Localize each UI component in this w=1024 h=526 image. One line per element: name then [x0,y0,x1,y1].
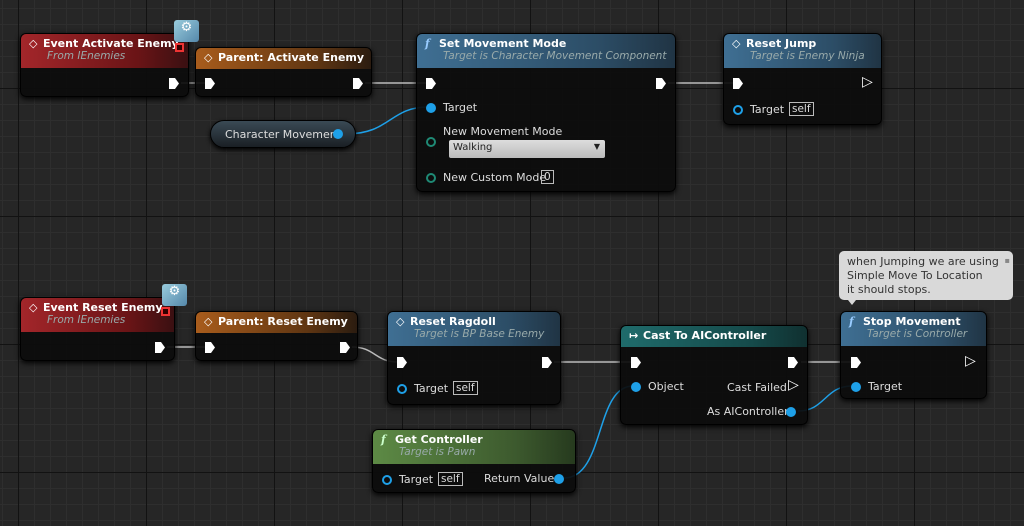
event-diamond-icon: ◇ [29,301,38,314]
target-pin[interactable] [382,475,392,485]
object-out-pin[interactable] [333,129,343,139]
comment-line: Simple Move To Location [847,269,983,282]
parent-reset-enemy-node[interactable]: ◇ Parent: Reset Enemy [195,311,358,361]
new-movement-mode-label: New Movement Mode [443,125,563,138]
target-pin[interactable] [397,384,407,394]
as-aicontroller-label: As AIController [707,405,789,418]
exec-in-pin[interactable] [631,357,641,368]
interface-icon: ⚙ [174,20,199,42]
exec-out-pin[interactable]: ▷ [965,353,976,369]
event-diamond-icon: ◇ [396,315,405,328]
target-label: Target [868,380,903,393]
new-movement-mode-pin[interactable] [426,137,436,147]
exec-out-pin[interactable] [155,342,165,353]
event-diamond-icon: ◇ [29,37,38,50]
exec-out-pin[interactable] [340,342,350,353]
movement-mode-dropdown[interactable]: Walking ▼ [449,140,605,158]
cast-failed-label: Cast Failed [727,381,787,394]
cast-failed-exec-pin[interactable]: ▷ [788,377,799,393]
exec-in-pin[interactable] [205,342,215,353]
new-custom-mode-label: New Custom Mode [443,171,547,184]
variable-label: Character Movement [225,128,342,141]
delegate-pin[interactable] [175,43,184,52]
new-custom-mode-pin[interactable] [426,173,436,183]
chevron-down-icon: ▼ [593,142,600,151]
comment-bubble[interactable]: when Jumping we are using Simple Move To… [839,251,1013,300]
interface-icon: ⚙ [162,284,187,306]
exec-out-pin[interactable] [169,78,179,89]
node-subtitle: Target is Controller [867,328,968,340]
parent-activate-enemy-node[interactable]: ◇ Parent: Activate Enemy [195,47,372,97]
node-subtitle: Target is Enemy Ninja [750,50,865,62]
exec-out-pin[interactable] [788,357,798,368]
comment-line: it should stops. [847,283,931,296]
get-controller-node[interactable]: f Get Controller Target is Pawn Target sel… [372,429,576,493]
node-title: Event Activate Enemy [43,37,179,50]
target-label: Target [414,382,449,395]
node-subtitle: From IEnemies [47,50,126,62]
exec-out-pin[interactable] [656,78,666,89]
set-movement-mode-node[interactable]: f Set Movement Mode Target is Character Mo… [416,33,676,192]
node-subtitle: Target is Pawn [399,446,476,458]
node-subtitle: From IEnemies [47,314,126,326]
node-title: Parent: Reset Enemy [218,315,348,328]
function-icon: f [381,433,386,446]
event-activate-enemy-node[interactable]: ◇ Event Activate Enemy From IEnemies [20,33,189,97]
node-subtitle: Target is BP Base Enemy [414,328,545,340]
node-title: Reset Jump [746,37,817,50]
cast-to-aicontroller-node[interactable]: ↦ Cast To AIController Object Cast Failed… [620,325,808,425]
reset-ragdoll-node[interactable]: ◇ Reset Ragdoll Target is BP Base Enemy Ta… [387,311,561,405]
target-self-value[interactable]: self [453,381,478,395]
exec-in-pin[interactable] [733,78,743,89]
event-diamond-icon: ◇ [732,37,741,50]
object-label: Object [648,380,684,393]
pin-comment-icon[interactable]: ▪ [1005,254,1010,268]
custom-mode-input[interactable]: 0 [541,170,554,184]
exec-in-pin[interactable] [397,357,407,368]
comment-line: when Jumping we are using [847,255,999,268]
target-label: Target [443,101,478,114]
node-subtitle: Target is Character Movement Component [443,50,667,62]
target-pin[interactable] [426,103,436,113]
exec-out-pin[interactable] [353,78,363,89]
exec-out-pin[interactable]: ▷ [862,74,873,90]
node-title: Cast To AIController [643,329,767,342]
node-title: Event Reset Enemy [43,301,163,314]
dropdown-value: Walking [453,142,493,153]
delegate-pin[interactable] [161,307,170,316]
exec-in-pin[interactable] [426,78,436,89]
event-diamond-icon: ◇ [204,315,213,328]
node-title: Set Movement Mode [439,37,567,50]
target-label: Target [750,103,785,116]
function-icon: f [425,37,430,50]
comment-pointer [848,300,856,305]
exec-out-pin[interactable] [542,357,552,368]
node-title: Get Controller [395,433,483,446]
function-icon: f [849,315,854,328]
as-aicontroller-pin[interactable] [786,407,796,417]
return-value-label: Return Value [484,472,555,485]
reset-jump-node[interactable]: ◇ Reset Jump Target is Enemy Ninja ▷ Targe… [723,33,882,125]
node-title: Parent: Activate Enemy [218,51,365,64]
cast-arrow-icon: ↦ [629,329,639,342]
target-self-value[interactable]: self [438,472,463,486]
exec-in-pin[interactable] [205,78,215,89]
target-pin[interactable] [733,105,743,115]
event-reset-enemy-node[interactable]: ◇ Event Reset Enemy From IEnemies [20,297,175,361]
event-diamond-icon: ◇ [204,51,213,64]
object-pin[interactable] [631,382,641,392]
character-movement-getter[interactable]: Character Movement [210,120,356,148]
target-self-value[interactable]: self [789,102,814,116]
exec-in-pin[interactable] [851,357,861,368]
node-title: Stop Movement [863,315,961,328]
stop-movement-node[interactable]: f Stop Movement Target is Controller ▷ Tar… [840,311,987,399]
return-value-pin[interactable] [554,474,564,484]
node-title: Reset Ragdoll [410,315,496,328]
target-label: Target [399,473,434,486]
target-pin[interactable] [851,382,861,392]
